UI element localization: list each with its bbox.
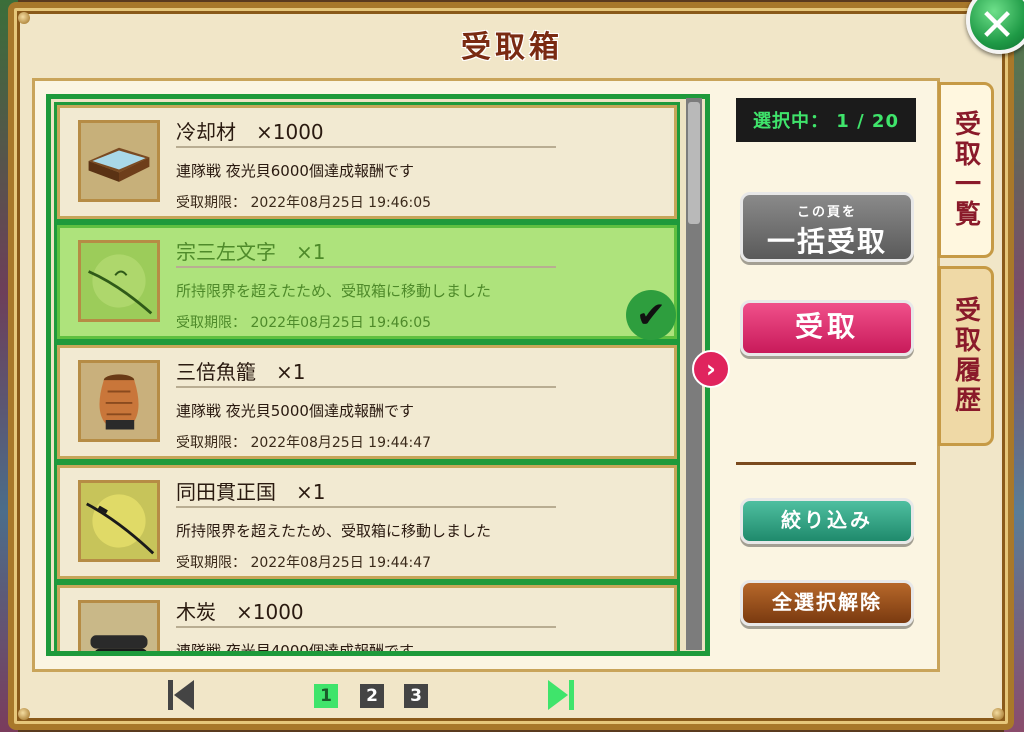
item-divider — [176, 386, 556, 388]
item-expiry: 受取期限： 2022年08月25日 19:44:47 — [176, 555, 432, 571]
dialog-title: 受取箱 — [461, 30, 563, 65]
list-item[interactable]: 冷却材 ×1000 連隊戦 夜光貝6000個達成報酬です 受取期限： 2022年… — [57, 105, 677, 219]
list-item[interactable]: 木炭 ×1000 連隊戦 夜光貝4000個達成報酬です — [57, 585, 677, 656]
item-description: 所持限界を超えたため、受取箱に移動しました — [176, 282, 492, 300]
list-item[interactable]: 同田貫正国 ×1 所持限界を超えたため、受取箱に移動しました 受取期限： 202… — [57, 465, 677, 579]
item-name: 宗三左文字 ×1 — [176, 240, 326, 264]
item-list: 冷却材 ×1000 連隊戦 夜光貝6000個達成報酬です 受取期限： 2022年… — [46, 94, 710, 656]
rivet — [18, 12, 30, 24]
filter-button[interactable]: 絞り込み — [740, 498, 914, 544]
scrollbar-thumb[interactable] — [688, 102, 700, 224]
item-name: 三倍魚籠 ×1 — [176, 360, 306, 384]
rivet — [18, 708, 30, 720]
list-item[interactable]: 三倍魚籠 ×1 連隊戦 夜光貝5000個達成報酬です 受取期限： 2022年08… — [57, 345, 677, 459]
item-description: 連隊戦 夜光貝5000個達成報酬です — [176, 402, 414, 420]
item-description: 連隊戦 夜光貝6000個達成報酬です — [176, 162, 414, 180]
last-page-icon[interactable] — [548, 680, 576, 710]
page-number-3[interactable]: 3 — [404, 684, 428, 708]
item-expiry: 受取期限： 2022年08月25日 19:46:05 — [176, 195, 432, 211]
fish-basket-icon — [78, 360, 160, 442]
item-expiry: 受取期限： 2022年08月25日 19:44:47 — [176, 435, 432, 451]
item-divider — [176, 506, 556, 508]
item-divider — [176, 626, 556, 628]
deselect-all-button[interactable]: 全選択解除 — [740, 580, 914, 626]
cooling-material-box-icon — [78, 120, 160, 202]
check-icon: ✔ — [626, 290, 676, 340]
item-description: 所持限界を超えたため、受取箱に移動しました — [176, 522, 492, 540]
bulk-receive-sub-label: この頁を — [796, 205, 857, 220]
first-page-icon[interactable] — [168, 680, 196, 710]
tab-receive-list[interactable]: 受取一覧 — [938, 82, 994, 258]
sword-icon — [78, 240, 160, 322]
rivet — [992, 708, 1004, 720]
item-expiry: 受取期限： 2022年08月25日 19:46:05 — [176, 315, 432, 331]
sword-icon — [78, 480, 160, 562]
charcoal-icon — [78, 600, 160, 651]
item-divider — [176, 266, 556, 268]
chevron-right-icon[interactable]: › — [692, 350, 730, 388]
item-name: 同田貫正国 ×1 — [176, 480, 326, 504]
item-description: 連隊戦 夜光貝4000個達成報酬です — [176, 642, 414, 656]
selection-counter: 選択中： 1 / 20 — [736, 98, 916, 142]
bulk-receive-page-button[interactable]: この頁を 一括受取 — [740, 192, 914, 262]
tab-receive-history[interactable]: 受取履歴 — [938, 266, 994, 446]
close-icon: ✕ — [978, 0, 1016, 51]
item-divider — [176, 146, 556, 148]
button-divider — [736, 462, 916, 465]
page-number-1[interactable]: 1 — [314, 684, 338, 708]
receive-button[interactable]: 受取 — [740, 300, 914, 356]
item-name: 木炭 ×1000 — [176, 600, 304, 624]
item-name: 冷却材 ×1000 — [176, 120, 324, 144]
list-item[interactable]: 宗三左文字 ×1 所持限界を超えたため、受取箱に移動しました 受取期限： 202… — [57, 225, 677, 340]
bulk-receive-main-label: 一括受取 — [766, 225, 887, 258]
page-number-2[interactable]: 2 — [360, 684, 384, 708]
